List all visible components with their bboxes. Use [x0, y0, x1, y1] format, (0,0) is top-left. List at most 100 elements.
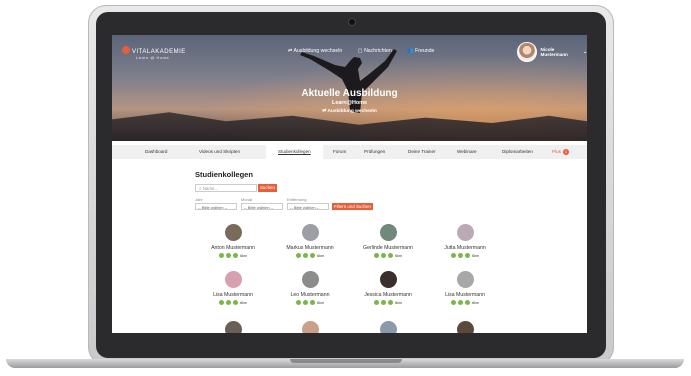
- distance-label: 6km: [240, 300, 247, 305]
- user-menu[interactable]: Nicole Mustermann ⌄: [517, 42, 587, 62]
- camera: [349, 19, 355, 25]
- distance-label: 6km: [395, 253, 402, 258]
- student-photo: [301, 224, 319, 241]
- switch-training-link[interactable]: ⇄ Ausbildung wechseln: [112, 109, 587, 114]
- student-actions: 6km: [198, 300, 268, 305]
- page-title: Studienkollegen: [195, 170, 253, 179]
- tab-studienkollegen[interactable]: Studienkollegen: [266, 145, 323, 159]
- student-card[interactable]: Lisa Mustermann 6km: [430, 271, 500, 305]
- screen: VITALAKADEMIE Learn @ Home ⇄ Ausbildung w…: [112, 35, 587, 333]
- student-photo: [301, 321, 319, 333]
- profile-icon[interactable]: [219, 253, 225, 258]
- tab-trainer[interactable]: Deine Trainer: [408, 149, 436, 154]
- hero-subtitle: Learn@Home: [332, 100, 367, 106]
- tab-bar: Dashboard Videos und Skripten Studienkol…: [112, 145, 587, 159]
- filter-label-month: Monat: [241, 197, 253, 202]
- student-name: Lisa Mustermann: [213, 292, 253, 298]
- filter-label-distance: Entfernung: [287, 197, 307, 202]
- message-icon[interactable]: [226, 300, 232, 305]
- distance-label: 6km: [240, 253, 247, 258]
- student-photo: [379, 271, 397, 288]
- tab-videos[interactable]: Videos und Skripten: [199, 149, 240, 154]
- student-card[interactable]: Jutta Mustermann 6km: [430, 224, 500, 258]
- location-icon: [465, 253, 471, 258]
- distance-label: 6km: [472, 253, 479, 258]
- student-card[interactable]: Anton Mustermann 6km: [198, 224, 268, 258]
- student-name: Jessica Mustermann: [364, 292, 412, 298]
- message-icon[interactable]: [458, 300, 464, 305]
- distance-select[interactable]: -- Bitte wählen --: [287, 203, 329, 210]
- hero-banner: VITALAKADEMIE Learn @ Home ⇄ Ausbildung w…: [112, 35, 587, 141]
- message-icon[interactable]: [226, 253, 232, 258]
- student-photo: [456, 224, 474, 241]
- notification-badge: 1: [562, 149, 569, 155]
- message-icon[interactable]: [381, 300, 387, 305]
- search-input[interactable]: ⌕ Name...: [195, 184, 257, 192]
- student-photo: [224, 321, 242, 333]
- search-button[interactable]: Suchen: [258, 184, 277, 192]
- student-card[interactable]: Markus Mustermann 6km: [275, 224, 345, 258]
- message-icon[interactable]: [303, 300, 309, 305]
- student-card-partial[interactable]: [198, 321, 268, 333]
- tab-webinare[interactable]: Webinare: [457, 149, 477, 154]
- tab-forum[interactable]: Forum: [333, 149, 346, 154]
- profile-icon[interactable]: [296, 253, 302, 258]
- profile-icon[interactable]: [219, 300, 225, 305]
- filter-label-year: Jahr: [195, 197, 203, 202]
- student-card-partial[interactable]: [275, 321, 345, 333]
- tab-dashboard[interactable]: Dashboard: [145, 149, 167, 154]
- message-icon[interactable]: [381, 253, 387, 258]
- student-photo: [301, 271, 319, 288]
- student-name: Jutta Mustermann: [444, 245, 486, 251]
- nav-friends[interactable]: 👥 Freunde: [407, 48, 441, 54]
- student-card[interactable]: Jessica Mustermann 6km: [353, 271, 423, 305]
- student-photo: [456, 271, 474, 288]
- student-name: Gerlinde Mustermann: [363, 245, 413, 251]
- student-card[interactable]: Leo Mustermann 6km: [275, 271, 345, 305]
- distance-label: 6km: [395, 300, 402, 305]
- search-icon: ⌕: [199, 186, 202, 191]
- tab-plus[interactable]: Plus 1: [552, 149, 569, 155]
- avatar: [517, 42, 537, 62]
- student-actions: 6km: [353, 253, 423, 258]
- student-photo: [456, 321, 474, 333]
- student-actions: 6km: [198, 253, 268, 258]
- hero-title: Aktuelle Ausbildung: [301, 88, 398, 99]
- year-select[interactable]: -- Bitte wählen --: [195, 203, 237, 210]
- student-actions: 6km: [430, 253, 500, 258]
- brand-logo[interactable]: VITALAKADEMIE Learn @ Home: [122, 46, 186, 60]
- student-card[interactable]: Gerlinde Mustermann 6km: [353, 224, 423, 258]
- student-name: Anton Mustermann: [211, 245, 255, 251]
- student-card-partial[interactable]: [353, 321, 423, 333]
- location-icon: [388, 253, 394, 258]
- message-icon[interactable]: [303, 253, 309, 258]
- profile-icon[interactable]: [296, 300, 302, 305]
- profile-icon[interactable]: [374, 300, 380, 305]
- profile-icon[interactable]: [451, 253, 457, 258]
- tab-diplomarbeiten[interactable]: Diplomarbeiten: [502, 149, 533, 154]
- student-card-partial[interactable]: [430, 321, 500, 333]
- top-nav: ⇄ Ausbildung wechseln ▢ Nachrichten 👥 Fr…: [288, 48, 448, 54]
- student-photo: [224, 271, 242, 288]
- student-card[interactable]: Lisa Mustermann 6km: [198, 271, 268, 305]
- profile-icon[interactable]: [451, 300, 457, 305]
- student-photo: [379, 224, 397, 241]
- student-name: Markus Mustermann: [286, 245, 334, 251]
- student-name: Leo Mustermann: [290, 292, 330, 298]
- nav-messages[interactable]: ▢ Nachrichten: [358, 48, 399, 54]
- student-actions: 6km: [275, 253, 345, 258]
- logo-icon: [122, 46, 130, 54]
- location-icon: [310, 300, 316, 305]
- student-actions: 6km: [275, 300, 345, 305]
- message-icon[interactable]: [458, 253, 464, 258]
- filter-search-button[interactable]: Filtern und Suchen: [332, 203, 373, 210]
- tab-pruefungen[interactable]: Prüfungen: [364, 149, 385, 154]
- nav-switch-training[interactable]: ⇄ Ausbildung wechseln: [288, 48, 349, 54]
- profile-icon[interactable]: [374, 253, 380, 258]
- distance-label: 6km: [317, 300, 324, 305]
- location-icon: [310, 253, 316, 258]
- month-select[interactable]: -- Bitte wählen --: [241, 203, 283, 210]
- distance-label: 6km: [317, 253, 324, 258]
- distance-label: 6km: [472, 300, 479, 305]
- student-photo: [224, 224, 242, 241]
